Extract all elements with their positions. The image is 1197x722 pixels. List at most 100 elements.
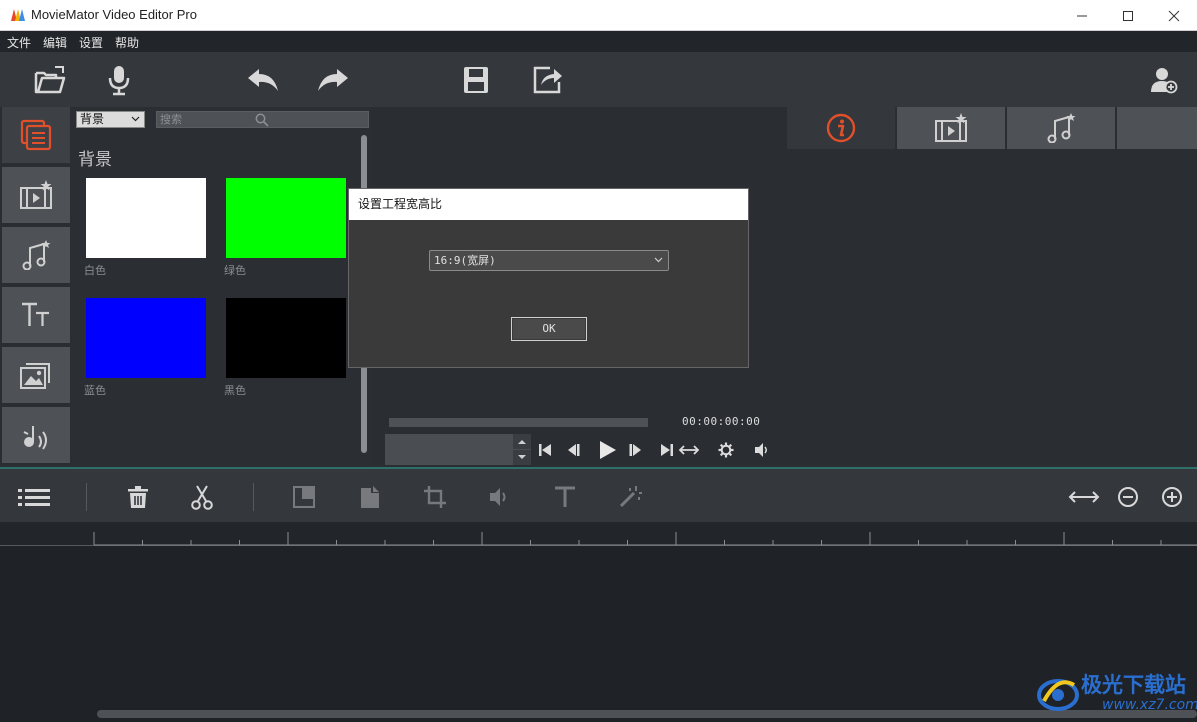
preview-settings-button[interactable] — [715, 440, 737, 460]
swatch-label-black: 黑色 — [224, 384, 246, 397]
paste-button[interactable] — [354, 483, 386, 511]
paste-icon — [361, 486, 379, 508]
zoom-in-icon — [1162, 487, 1182, 507]
sidebar-text-button[interactable] — [2, 287, 70, 345]
aspect-ratio-value: 16:9(宽屏) — [434, 254, 496, 267]
watermark-text: 极光下载站 — [1081, 673, 1186, 697]
sidebar-video-effects-button[interactable] — [2, 167, 70, 225]
open-folder-icon — [34, 66, 66, 94]
save-icon — [464, 67, 488, 93]
tab-video-properties[interactable] — [897, 107, 1005, 149]
menu-settings[interactable]: 设置 — [79, 34, 103, 51]
step-forward-button[interactable] — [625, 440, 647, 460]
menu-bar: 文件 编辑 设置 帮助 — [0, 31, 1197, 52]
timeline-scrollbar[interactable] — [97, 710, 1197, 718]
sidebar-media-button[interactable] — [2, 107, 70, 165]
skip-end-button[interactable] — [656, 440, 678, 460]
swatch-green[interactable] — [226, 178, 346, 258]
play-button[interactable] — [594, 437, 620, 463]
sidebar-audio-effect-button[interactable] — [2, 407, 70, 465]
title-bar: MovieMator Video Editor Pro — [0, 0, 1197, 31]
export-button[interactable] — [530, 63, 566, 97]
delete-button[interactable] — [122, 483, 154, 511]
text-tool-icon — [555, 486, 575, 507]
copy-button[interactable] — [288, 483, 320, 511]
swatch-black[interactable] — [226, 298, 346, 378]
spin-down-button[interactable] — [513, 450, 531, 465]
swatch-label-blue: 蓝色 — [84, 384, 106, 397]
add-text-button[interactable] — [549, 483, 581, 511]
playback-progress-bar[interactable] — [389, 418, 648, 427]
tab-info[interactable] — [787, 107, 895, 149]
swatch-label-green: 绿色 — [224, 264, 246, 277]
minimize-icon — [1077, 15, 1087, 17]
volume-adjust-button[interactable] — [484, 483, 516, 511]
maximize-icon — [1123, 11, 1133, 21]
menu-edit[interactable]: 编辑 — [43, 34, 67, 51]
export-icon — [533, 66, 562, 94]
watermark-url: www.xz7.com — [1102, 697, 1197, 713]
sidebar-image-button[interactable] — [2, 347, 70, 405]
redo-button[interactable] — [315, 63, 351, 97]
step-back-button[interactable] — [562, 440, 584, 460]
track-list-button[interactable] — [18, 483, 50, 511]
window-title: MovieMator Video Editor Pro — [31, 7, 197, 22]
skip-end-icon — [661, 444, 673, 456]
sidebar-audio-button[interactable] — [2, 227, 70, 285]
maximize-button[interactable] — [1105, 0, 1151, 31]
app-window: MovieMator Video Editor Pro 文件 编辑 设置 帮助 — [0, 0, 1197, 722]
search-icon — [255, 113, 269, 127]
record-audio-button[interactable] — [101, 63, 137, 97]
chevron-down-icon — [131, 116, 140, 122]
spin-up-button[interactable] — [513, 434, 531, 449]
watermark-logo-icon — [1037, 679, 1079, 711]
loop-button[interactable] — [678, 440, 700, 460]
zoom-out-button[interactable] — [1112, 483, 1144, 511]
chevron-down-icon — [654, 257, 663, 263]
tab-audio-properties[interactable] — [1007, 107, 1115, 149]
account-icon — [1151, 68, 1178, 94]
skip-start-icon — [539, 444, 551, 456]
undo-button[interactable] — [245, 63, 281, 97]
swatch-label-white: 白色 — [84, 264, 106, 277]
gear-icon — [718, 442, 734, 458]
cut-button[interactable] — [186, 483, 218, 511]
magic-wand-icon — [619, 486, 642, 508]
undo-icon — [248, 69, 278, 91]
image-icon — [20, 363, 50, 389]
toolbar-divider — [253, 483, 254, 511]
search-input[interactable]: 搜索 — [156, 111, 369, 128]
menu-help[interactable]: 帮助 — [115, 34, 139, 51]
open-project-button[interactable] — [32, 63, 68, 97]
search-placeholder: 搜索 — [160, 113, 182, 126]
skip-start-button[interactable] — [534, 440, 556, 460]
watermark: 极光下载站 www.xz7.com — [1036, 667, 1197, 719]
fit-timeline-button[interactable] — [1068, 483, 1100, 511]
audio-effect-icon — [23, 426, 47, 450]
minimize-button[interactable] — [1059, 0, 1105, 31]
swatch-blue[interactable] — [86, 298, 206, 378]
close-icon — [1168, 10, 1180, 22]
text-icon — [22, 302, 49, 326]
account-button[interactable] — [1146, 63, 1182, 97]
zoom-out-icon — [1118, 487, 1138, 507]
swatch-white[interactable] — [86, 178, 206, 258]
save-button[interactable] — [458, 63, 494, 97]
ok-button[interactable]: OK — [511, 317, 587, 341]
zoom-in-button[interactable] — [1156, 483, 1188, 511]
tab-empty — [1117, 107, 1197, 149]
timeline-tracks[interactable] — [0, 546, 1197, 722]
aspect-ratio-select[interactable]: 16:9(宽屏) — [429, 250, 669, 271]
volume-button[interactable] — [751, 440, 773, 460]
timecode-spinbox[interactable] — [385, 434, 531, 465]
filter-button[interactable] — [614, 483, 646, 511]
menu-file[interactable]: 文件 — [7, 34, 31, 51]
timeline-ruler[interactable] — [0, 522, 1197, 546]
chevron-up-icon — [518, 440, 526, 444]
crop-button[interactable] — [419, 483, 451, 511]
category-select[interactable]: 背景 — [76, 111, 145, 128]
audio-properties-icon — [1047, 113, 1076, 143]
aspect-ratio-dialog: 设置工程宽高比 16:9(宽屏) OK — [348, 188, 749, 368]
close-button[interactable] — [1151, 0, 1197, 31]
volume-icon — [490, 488, 506, 506]
